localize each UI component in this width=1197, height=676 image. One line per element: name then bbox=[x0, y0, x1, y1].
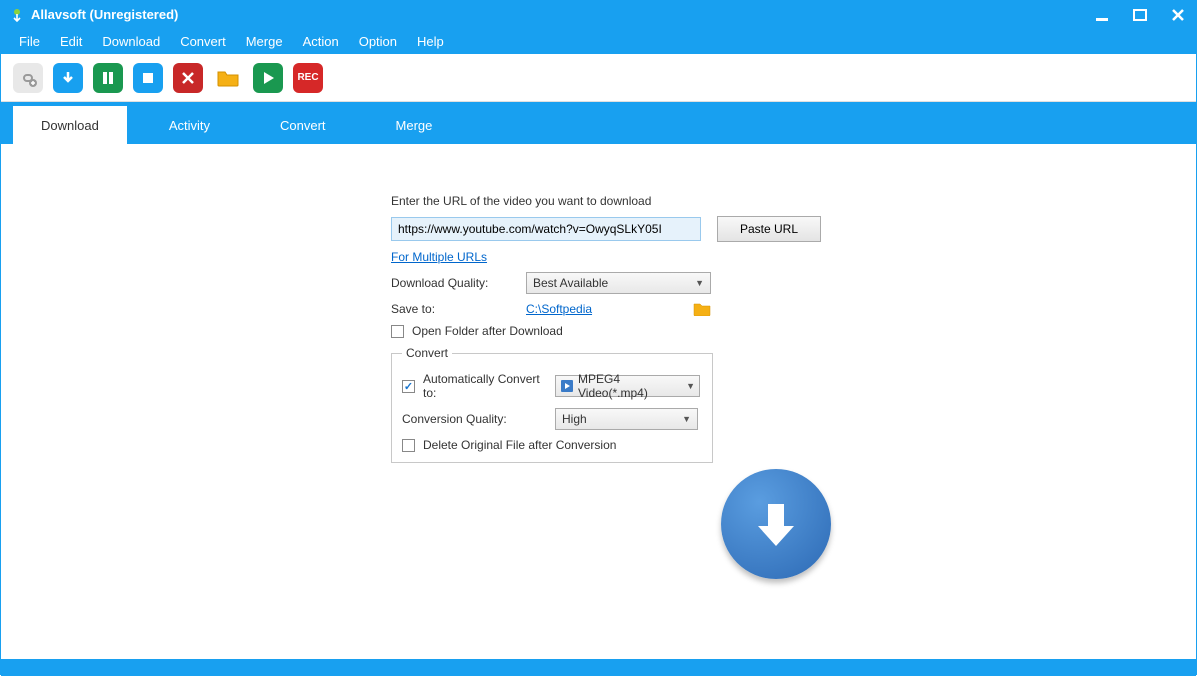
play-icon[interactable] bbox=[253, 63, 283, 93]
auto-convert-checkbox[interactable] bbox=[402, 380, 415, 393]
record-label: REC bbox=[297, 72, 318, 83]
saveto-path-link[interactable]: C:\Softpedia bbox=[526, 302, 592, 316]
chevron-down-icon: ▼ bbox=[695, 278, 704, 288]
menu-convert[interactable]: Convert bbox=[172, 31, 234, 52]
content-panel: Enter the URL of the video you want to d… bbox=[1, 144, 1196, 659]
app-icon bbox=[9, 7, 25, 23]
title-bar: Allavsoft (Unregistered) bbox=[1, 1, 1196, 28]
quality-label: Download Quality: bbox=[391, 276, 526, 290]
download-arrow-icon bbox=[746, 494, 806, 554]
toolbar: REC bbox=[1, 54, 1196, 102]
conv-quality-value: High bbox=[562, 412, 587, 426]
chevron-down-icon: ▼ bbox=[682, 414, 691, 424]
menu-file[interactable]: File bbox=[11, 31, 48, 52]
stop-icon[interactable] bbox=[133, 63, 163, 93]
window-title: Allavsoft (Unregistered) bbox=[31, 7, 1092, 22]
download-icon[interactable] bbox=[53, 63, 83, 93]
close-button[interactable] bbox=[1168, 5, 1188, 25]
menu-download[interactable]: Download bbox=[94, 31, 168, 52]
quality-value: Best Available bbox=[533, 276, 608, 290]
menu-merge[interactable]: Merge bbox=[238, 31, 291, 52]
menu-edit[interactable]: Edit bbox=[52, 31, 90, 52]
video-file-icon bbox=[560, 379, 574, 393]
delete-original-checkbox[interactable] bbox=[402, 439, 415, 452]
tab-download[interactable]: Download bbox=[13, 106, 127, 144]
pause-icon[interactable] bbox=[93, 63, 123, 93]
convert-legend: Convert bbox=[402, 346, 452, 360]
browse-folder-icon[interactable] bbox=[693, 302, 711, 316]
paste-url-button[interactable]: Paste URL bbox=[717, 216, 821, 242]
status-bar bbox=[1, 659, 1196, 676]
maximize-button[interactable] bbox=[1130, 5, 1150, 25]
convert-group: Convert Automatically Convert to: MPEG4 … bbox=[391, 346, 713, 463]
tab-merge[interactable]: Merge bbox=[368, 106, 461, 144]
format-value: MPEG4 Video(*.mp4) bbox=[578, 372, 686, 400]
conv-quality-dropdown[interactable]: High ▼ bbox=[555, 408, 698, 430]
tab-convert[interactable]: Convert bbox=[252, 106, 354, 144]
quality-dropdown[interactable]: Best Available ▼ bbox=[526, 272, 711, 294]
minimize-button[interactable] bbox=[1092, 5, 1112, 25]
delete-original-label: Delete Original File after Conversion bbox=[423, 438, 616, 452]
chevron-down-icon: ▼ bbox=[686, 381, 695, 391]
auto-convert-label: Automatically Convert to: bbox=[423, 372, 555, 400]
folder-icon[interactable] bbox=[213, 63, 243, 93]
conv-quality-label: Conversion Quality: bbox=[402, 412, 555, 426]
menu-option[interactable]: Option bbox=[351, 31, 405, 52]
saveto-label: Save to: bbox=[391, 302, 526, 316]
tab-strip: Download Activity Convert Merge bbox=[1, 102, 1196, 144]
menu-bar: File Edit Download Convert Merge Action … bbox=[1, 28, 1196, 54]
menu-help[interactable]: Help bbox=[409, 31, 452, 52]
url-input[interactable] bbox=[391, 217, 701, 241]
download-button[interactable] bbox=[721, 469, 831, 579]
open-folder-checkbox[interactable] bbox=[391, 325, 404, 338]
tab-activity[interactable]: Activity bbox=[141, 106, 238, 144]
remove-icon[interactable] bbox=[173, 63, 203, 93]
url-label: Enter the URL of the video you want to d… bbox=[391, 194, 651, 208]
open-folder-label: Open Folder after Download bbox=[412, 324, 563, 338]
record-button[interactable]: REC bbox=[293, 63, 323, 93]
multiple-urls-link[interactable]: For Multiple URLs bbox=[391, 250, 487, 264]
menu-action[interactable]: Action bbox=[295, 31, 347, 52]
format-dropdown[interactable]: MPEG4 Video(*.mp4) ▼ bbox=[555, 375, 700, 397]
link-icon[interactable] bbox=[13, 63, 43, 93]
